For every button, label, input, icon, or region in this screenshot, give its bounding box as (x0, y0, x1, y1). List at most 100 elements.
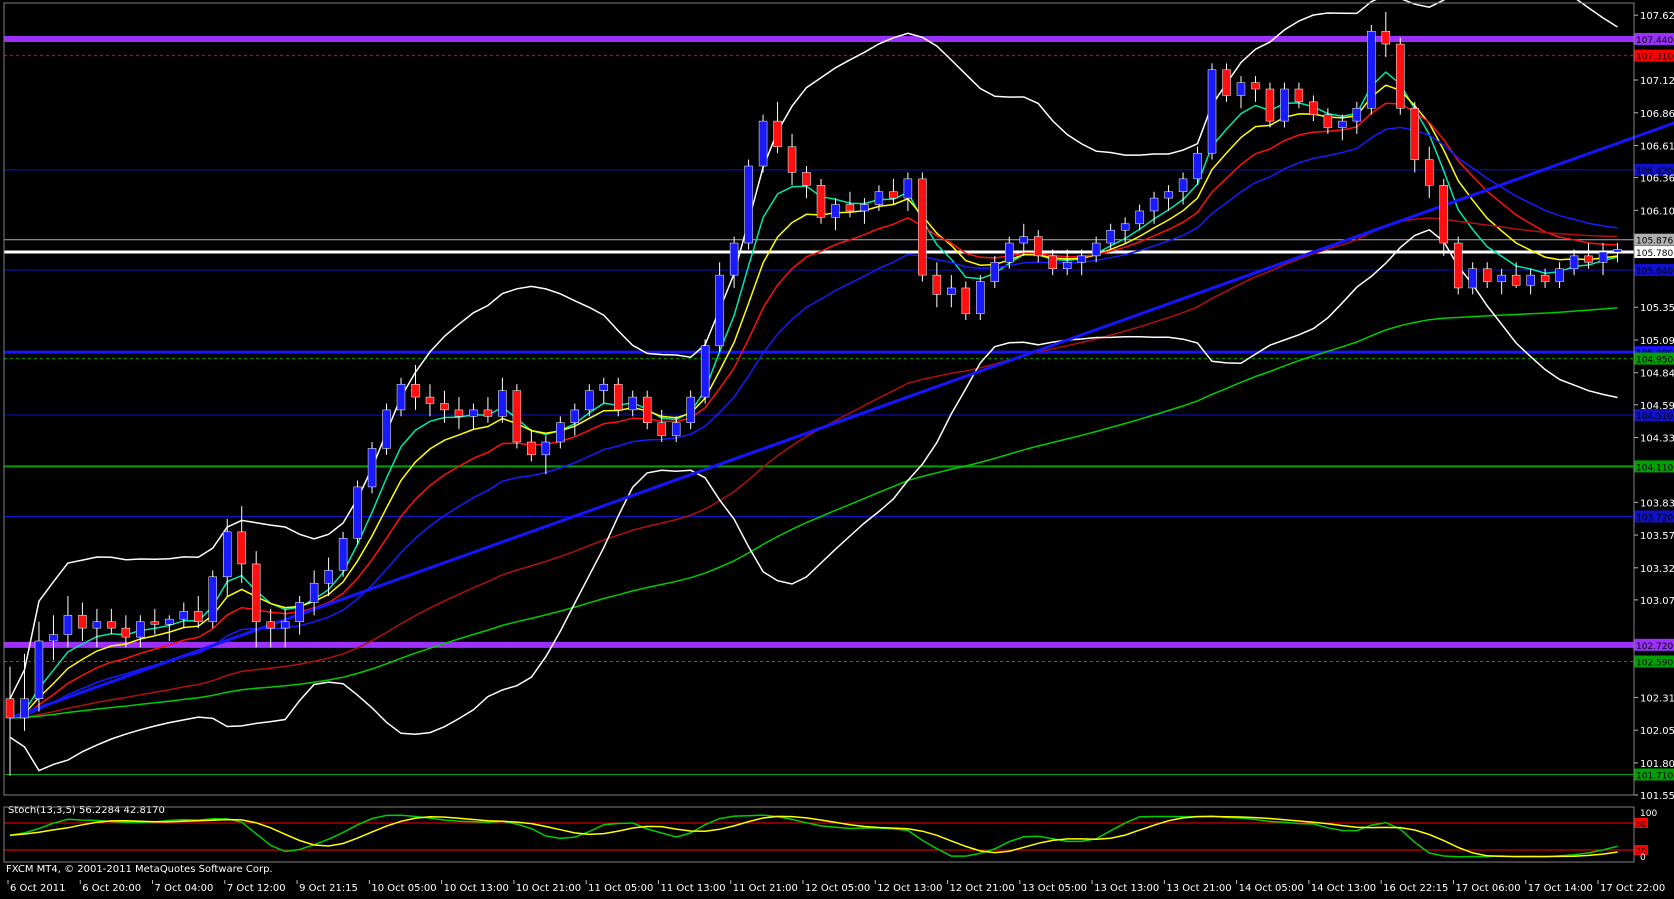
candle-body (816, 185, 826, 218)
stochastic-panel-border (3, 806, 1635, 863)
candle-body (758, 120, 768, 167)
time-tick-label: 13 Oct 13:00 (1094, 883, 1159, 894)
candle-body (1164, 191, 1173, 199)
level-price-label: 107.310 (1636, 53, 1673, 63)
trendline[interactable] (9, 102, 1674, 720)
footer-copyright: FXCM MT4, © 2001-2011 MetaQuotes Softwar… (6, 864, 273, 875)
ema-line (9, 102, 1618, 719)
candle-body (1511, 274, 1521, 286)
candle-body (845, 204, 855, 212)
time-tick-label: 7 Oct 04:00 (155, 883, 214, 894)
candle-body (744, 165, 753, 244)
indicator-lines (9, 0, 1618, 772)
candle-body (527, 441, 536, 456)
candle-body (396, 383, 406, 411)
candle-body (20, 698, 29, 719)
candle-body (165, 618, 174, 625)
level-price-label: 103.720 (1636, 513, 1673, 523)
candle-body (990, 262, 1000, 282)
candle-body (1497, 274, 1506, 282)
candle-body (614, 383, 623, 411)
candle-body (1367, 30, 1376, 109)
price-tick-label: 105.095 (1640, 336, 1674, 347)
candle-body (831, 204, 840, 218)
candle-body (382, 409, 391, 449)
level-price-label: 102.590 (1636, 659, 1673, 669)
time-tick-label: 7 Oct 12:00 (227, 883, 286, 894)
candle-body (49, 634, 58, 642)
time-tick-label: 17 Oct 14:00 (1528, 883, 1593, 894)
candle-body (1323, 114, 1333, 128)
time-tick-label: 10 Oct 21:00 (516, 883, 581, 894)
level-price-label: 104.510 (1636, 412, 1673, 422)
stoch-axis-max: 100 (1640, 809, 1657, 819)
candle-body (1062, 262, 1072, 269)
candle-body (1381, 30, 1391, 45)
candle-body (961, 287, 971, 314)
candle-body (541, 441, 551, 456)
candle-body (469, 409, 478, 417)
candle-body (222, 531, 232, 578)
time-tick-label: 16 Oct 22:15 (1383, 883, 1448, 894)
chart-canvas[interactable]: 107.440107.310106.420105.876105.780105.6… (0, 0, 1674, 895)
candle-body (773, 120, 782, 148)
candle-body (700, 345, 710, 398)
time-tick-label: 17 Oct 22:00 (1600, 883, 1665, 894)
candle-body (1005, 242, 1014, 263)
price-tick-label: 106.360 (1640, 174, 1674, 185)
candle-body (860, 204, 869, 212)
level-price-label: 104.110 (1636, 463, 1673, 473)
candle-body (874, 191, 884, 205)
trading-chart-window[interactable]: 107.440 107.310 106.420 105.876 105.780 105.6… (0, 0, 1674, 895)
price-tick-label: 107.625 (1640, 11, 1674, 22)
candle-body (1033, 236, 1043, 257)
candle-body (1569, 255, 1579, 269)
candle-body (976, 281, 985, 314)
time-tick-label: 6 Oct 20:00 (82, 883, 141, 894)
time-tick-label: 12 Oct 05:00 (805, 883, 870, 894)
candle-body (280, 621, 290, 629)
candle-body (1540, 274, 1550, 282)
price-tick-label: 106.865 (1640, 109, 1674, 120)
price-tick-label: 104.590 (1640, 401, 1674, 412)
candle-body (512, 390, 522, 443)
time-tick-label: 11 Oct 13:00 (660, 883, 725, 894)
time-tick-label: 11 Oct 05:00 (588, 883, 653, 894)
candle-body (932, 274, 942, 295)
candle-body (1193, 152, 1202, 180)
candle-body (1555, 268, 1564, 282)
candle-body (179, 611, 189, 620)
candle-body (309, 582, 319, 603)
candle-body (556, 422, 565, 443)
price-tick-label: 103.320 (1640, 564, 1674, 575)
candle-body (642, 396, 652, 423)
candle-body (1091, 242, 1101, 257)
candle-body (802, 172, 811, 186)
candle-body (1352, 108, 1362, 122)
level-price-label: 105.780 (1636, 249, 1673, 259)
level-price-label: 102.720 (1636, 642, 1673, 652)
candle-body (1106, 229, 1115, 244)
time-tick-label: 17 Oct 06:00 (1455, 883, 1520, 894)
price-tick-label: 105.350 (1640, 303, 1674, 314)
price-tick-label: 102.055 (1640, 726, 1674, 737)
candle-body (483, 409, 493, 417)
candle-body (440, 403, 449, 411)
time-tick-label: 13 Oct 05:00 (1022, 883, 1087, 894)
candle-body (498, 390, 507, 417)
candle-body (208, 576, 217, 622)
candle-body (251, 563, 261, 622)
candle-body (1613, 249, 1622, 253)
candle-body (324, 570, 333, 584)
candle-body (1526, 274, 1535, 286)
candle-body (1396, 43, 1405, 109)
candle-body (1019, 236, 1028, 244)
main-panel-border (3, 2, 1635, 796)
candle-body (1251, 82, 1260, 90)
candle-body (657, 422, 666, 436)
time-tick-label: 10 Oct 05:00 (371, 883, 436, 894)
candle-body (107, 621, 116, 629)
candle-body (1120, 223, 1130, 231)
candle-body (1207, 69, 1217, 154)
price-tick-label: 103.830 (1640, 498, 1674, 509)
